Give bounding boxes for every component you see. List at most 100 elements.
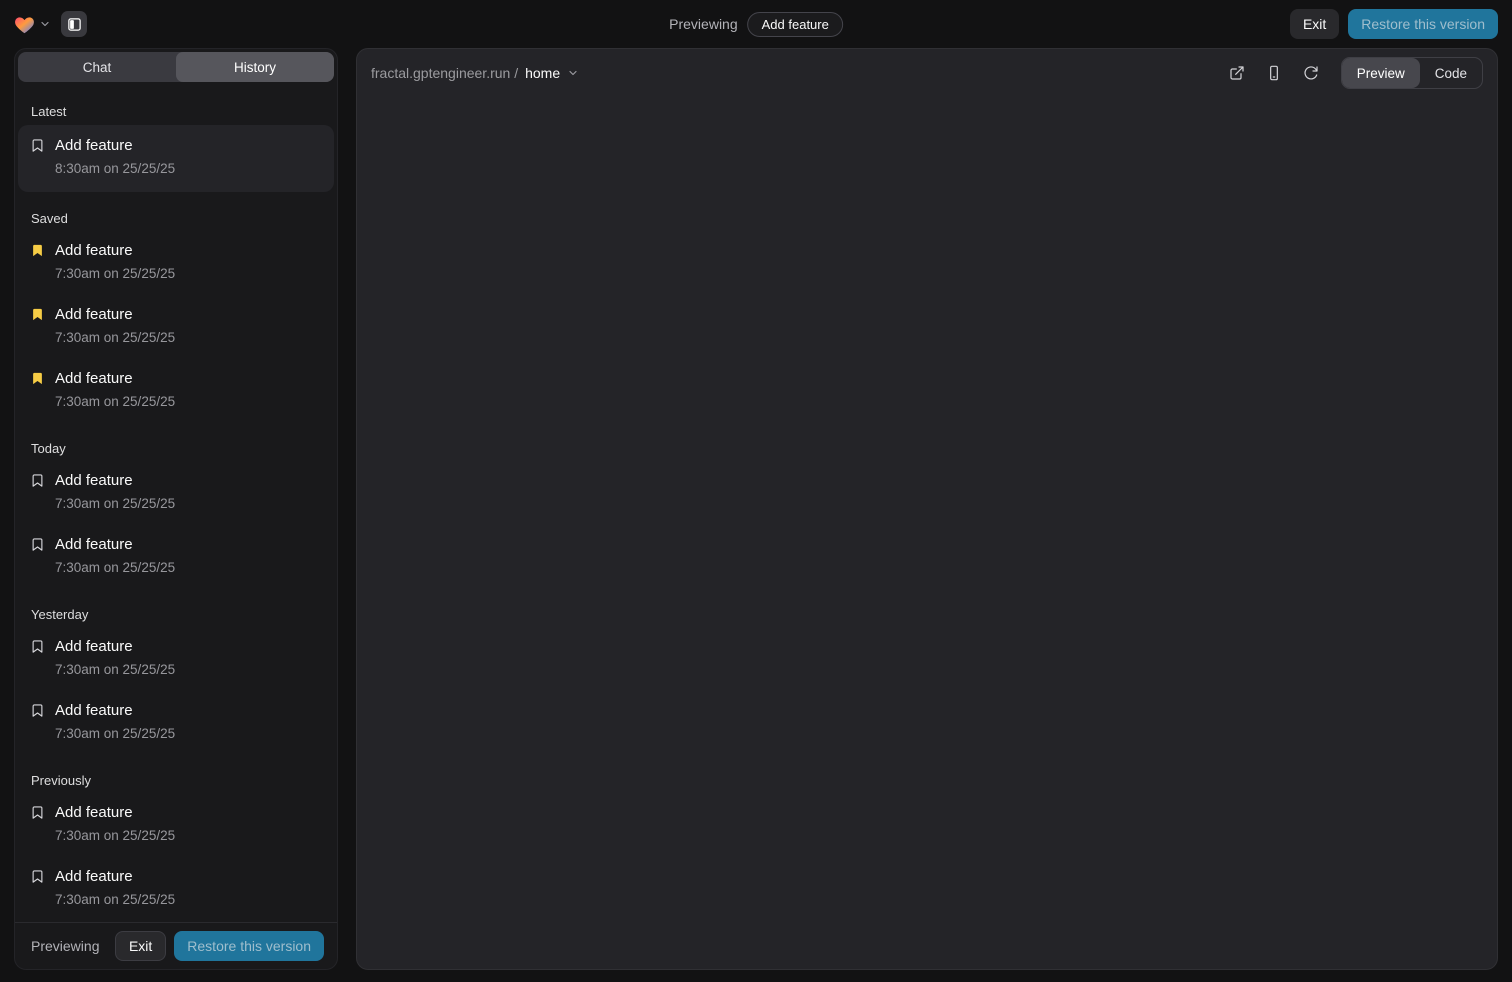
section-title: Today [31,440,321,458]
section-items: Add feature 7:30am on 25/25/25 Add featu… [15,230,337,422]
history-item-timestamp: 8:30am on 25/25/25 [55,160,175,178]
history-sidebar: ChatHistory Latest Add feature 8:30am on… [14,48,338,970]
refresh-button[interactable] [1296,58,1326,88]
history-item-text: Add feature 8:30am on 25/25/25 [55,135,175,178]
topbar-right: Exit Restore this version [1290,9,1498,39]
section-title: Yesterday [31,606,321,624]
restore-version-button[interactable]: Restore this version [1348,9,1498,39]
history-item-timestamp: 7:30am on 25/25/25 [55,661,175,679]
history-section: Saved Add feature 7:30am on 25/25/25 Add… [15,210,337,422]
exit-button[interactable]: Exit [1290,9,1339,39]
chevron-down-icon [39,18,51,30]
sidebar-footer: Previewing Exit Restore this version [15,922,337,969]
bookmark-outline-icon [30,537,46,553]
history-item-timestamp: 7:30am on 25/25/25 [55,329,175,347]
bookmark-outline-icon [30,138,46,154]
history-list: Latest Add feature 8:30am on 25/25/25 Sa… [15,85,337,922]
history-item[interactable]: Add feature 7:30am on 25/25/25 [18,524,334,588]
preview-panel: fractal.gptengineer.run / home [356,48,1498,970]
logo-menu[interactable] [14,15,51,34]
history-item-title: Add feature [55,534,175,555]
history-item-text: Add feature 7:30am on 25/25/25 [55,700,175,743]
history-item-title: Add feature [55,470,175,491]
mobile-view-button[interactable] [1259,58,1289,88]
section-items: Add feature 7:30am on 25/25/25 Add featu… [15,626,337,754]
preview-url-selector[interactable]: fractal.gptengineer.run / home [371,65,579,81]
history-section: Previously Add feature 7:30am on 25/25/2… [15,772,337,920]
bookmark-filled-icon [30,307,46,323]
section-items: Add feature 7:30am on 25/25/25 Add featu… [15,460,337,588]
topbar-left [14,11,87,37]
history-item[interactable]: Add feature 7:30am on 25/25/25 [18,294,334,358]
bookmark-outline-icon [30,869,46,885]
section-title: Previously [31,772,321,790]
preview-header: fractal.gptengineer.run / home [357,49,1497,97]
bookmark-outline-icon [30,473,46,489]
top-bar: Previewing Add feature Exit Restore this… [0,0,1512,48]
preview-content [357,97,1497,969]
chat-history-tabs: ChatHistory [18,52,334,82]
history-item-timestamp: 7:30am on 25/25/25 [55,559,175,577]
preview-header-actions: PreviewCode [1222,57,1483,89]
version-badge[interactable]: Add feature [748,12,843,37]
history-item-title: Add feature [55,802,175,823]
history-item-text: Add feature 7:30am on 25/25/25 [55,866,175,909]
section-items: Add feature 8:30am on 25/25/25 [15,125,337,192]
history-item-timestamp: 7:30am on 25/25/25 [55,827,175,845]
panel-left-icon [67,17,82,32]
history-item-title: Add feature [55,135,175,156]
bookmark-filled-icon [30,371,46,387]
sidebar-toggle-button[interactable] [61,11,87,37]
preview-code-toggle: PreviewCode [1341,57,1483,89]
exit-button[interactable]: Exit [115,931,166,961]
chevron-down-icon [567,67,579,79]
previewing-label: Previewing [669,16,737,32]
smartphone-icon [1266,65,1282,81]
restore-version-button[interactable]: Restore this version [174,931,324,961]
bookmark-outline-icon [30,703,46,719]
history-item-text: Add feature 7:30am on 25/25/25 [55,470,175,513]
history-item-title: Add feature [55,240,175,261]
history-item-timestamp: 7:30am on 25/25/25 [55,725,175,743]
history-item-timestamp: 7:30am on 25/25/25 [55,265,175,283]
tab-code[interactable]: Code [1420,58,1482,88]
open-in-new-tab-button[interactable] [1222,58,1252,88]
tab-chat[interactable]: Chat [18,52,176,82]
history-item-title: Add feature [55,304,175,325]
history-section: Today Add feature 7:30am on 25/25/25 Add… [15,440,337,588]
history-item[interactable]: Add feature 7:30am on 25/25/25 [18,230,334,294]
tab-preview[interactable]: Preview [1342,58,1420,88]
history-item-timestamp: 7:30am on 25/25/25 [55,891,175,909]
history-item-title: Add feature [55,866,175,887]
section-title: Latest [31,103,321,121]
history-item[interactable]: Add feature 7:30am on 25/25/25 [18,690,334,754]
external-link-icon [1229,65,1245,81]
history-item-text: Add feature 7:30am on 25/25/25 [55,304,175,347]
section-items: Add feature 7:30am on 25/25/25 Add featu… [15,792,337,920]
previewing-label: Previewing [31,938,99,954]
history-section: Yesterday Add feature 7:30am on 25/25/25… [15,606,337,754]
history-item[interactable]: Add feature 7:30am on 25/25/25 [18,358,334,422]
history-section: Latest Add feature 8:30am on 25/25/25 [15,103,337,192]
history-item-text: Add feature 7:30am on 25/25/25 [55,534,175,577]
bookmark-filled-icon [30,243,46,259]
history-item[interactable]: Add feature 7:30am on 25/25/25 [18,856,334,920]
history-item-text: Add feature 7:30am on 25/25/25 [55,368,175,411]
app-root: Previewing Add feature Exit Restore this… [0,0,1512,982]
tab-history[interactable]: History [176,52,334,82]
history-item-text: Add feature 7:30am on 25/25/25 [55,240,175,283]
history-item[interactable]: Add feature 7:30am on 25/25/25 [18,626,334,690]
bookmark-outline-icon [30,805,46,821]
history-item[interactable]: Add feature 7:30am on 25/25/25 [18,460,334,524]
preview-url-page: home [525,65,560,81]
topbar-center: Previewing Add feature [669,0,843,48]
history-item[interactable]: Add feature 7:30am on 25/25/25 [18,792,334,856]
history-item-title: Add feature [55,368,175,389]
history-item[interactable]: Add feature 8:30am on 25/25/25 [18,125,334,192]
footer-actions: Exit Restore this version [115,931,324,961]
history-item-title: Add feature [55,700,175,721]
refresh-icon [1303,65,1319,81]
preview-url-prefix: fractal.gptengineer.run / [371,65,518,81]
lovable-heart-logo [14,15,35,34]
history-item-text: Add feature 7:30am on 25/25/25 [55,636,175,679]
